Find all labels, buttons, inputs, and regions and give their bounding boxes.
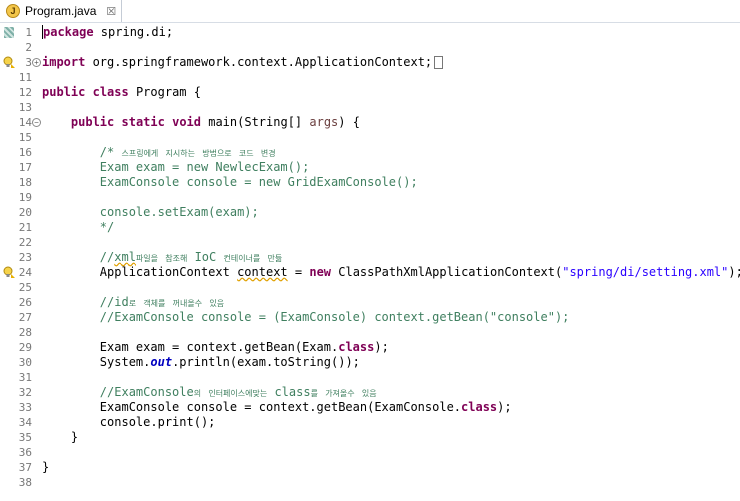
line-number: 23 xyxy=(18,251,32,264)
line-number: 38 xyxy=(18,476,32,489)
tab-program-java[interactable]: J Program.java ☒ xyxy=(0,0,122,22)
line-number: 16 xyxy=(18,146,32,159)
code-line[interactable]: 1 package spring.di; xyxy=(0,25,740,40)
code-line[interactable]: 34 console.print(); xyxy=(0,415,740,430)
code-text: } xyxy=(42,430,79,444)
code-text: Exam exam = context.getBean(Exam.class); xyxy=(42,340,389,354)
code-line[interactable]: 36 xyxy=(0,445,740,460)
line-number: 34 xyxy=(18,416,32,429)
code-text: console.setExam(exam); xyxy=(42,205,259,219)
line-number: 33 xyxy=(18,401,32,414)
line-number: 24 xyxy=(18,266,32,279)
code-text: //ExamConsole의 인터페이스에맞는 class를 가져올수 있음 xyxy=(42,385,377,399)
code-line[interactable]: 17 Exam exam = new NewlecExam(); xyxy=(0,160,740,175)
code-line[interactable]: 31 xyxy=(0,370,740,385)
code-line[interactable]: 14− public static void main(String[] arg… xyxy=(0,115,740,130)
line-number: 3 xyxy=(25,56,32,69)
code-line[interactable]: 11 xyxy=(0,70,740,85)
code-line[interactable]: 21 */ xyxy=(0,220,740,235)
code-line[interactable]: 33 ExamConsole console = context.getBean… xyxy=(0,400,740,415)
code-line[interactable]: 27 //ExamConsole console = (ExamConsole)… xyxy=(0,310,740,325)
code-line[interactable]: 38 xyxy=(0,475,740,490)
code-text: //xml파일을 참조해 IoC 컨테이너를 만듦 xyxy=(42,250,283,264)
line-number: 17 xyxy=(18,161,32,174)
java-file-icon: J xyxy=(6,4,20,18)
line-number: 20 xyxy=(18,206,32,219)
code-text: } xyxy=(42,460,50,474)
line-number: 22 xyxy=(18,236,32,249)
code-line[interactable]: 18 ExamConsole console = new GridExamCon… xyxy=(0,175,740,190)
line-number: 14 xyxy=(18,116,32,129)
line-number: 11 xyxy=(18,71,32,84)
code-line[interactable]: 30 System.out.println(exam.toString()); xyxy=(0,355,740,370)
code-text: ExamConsole console = context.getBean(Ex… xyxy=(42,400,512,414)
code-text: Exam exam = new NewlecExam(); xyxy=(42,160,310,174)
code-text: System.out.println(exam.toString()); xyxy=(42,355,360,369)
line-number: 18 xyxy=(18,176,32,189)
code-line[interactable]: 3 + import org.springframework.context.App… xyxy=(0,55,740,70)
line-number: 35 xyxy=(18,431,32,444)
editor-tab-bar: J Program.java ☒ xyxy=(0,0,740,23)
code-line[interactable]: 28 xyxy=(0,325,740,340)
code-line[interactable]: 22 xyxy=(0,235,740,250)
code-line[interactable]: 2 xyxy=(0,40,740,55)
line-number: 29 xyxy=(18,341,32,354)
close-icon[interactable]: ☒ xyxy=(106,5,116,18)
collapse-fold-icon[interactable]: − xyxy=(32,118,41,127)
tab-title: Program.java xyxy=(25,4,97,18)
code-line[interactable]: 29 Exam exam = context.getBean(Exam.clas… xyxy=(0,340,740,355)
code-text: package spring.di; xyxy=(42,25,174,39)
line-number: 12 xyxy=(18,86,32,99)
code-line[interactable]: 16 /* 스프링에게 지시하는 방법으로 코드 변경 xyxy=(0,145,740,160)
line-number: 25 xyxy=(18,281,32,294)
code-line[interactable]: 13 xyxy=(0,100,740,115)
code-text: //id로 객체를 꺼내올수 있음 xyxy=(42,295,225,309)
code-text: /* 스프링에게 지시하는 방법으로 코드 변경 xyxy=(42,145,276,159)
code-line[interactable]: 35 } xyxy=(0,430,740,445)
code-line[interactable]: 15 xyxy=(0,130,740,145)
line-number: 26 xyxy=(18,296,32,309)
code-line[interactable]: 26 //id로 객체를 꺼내올수 있음 xyxy=(0,295,740,310)
line-number: 30 xyxy=(18,356,32,369)
line-number: 36 xyxy=(18,446,32,459)
code-line[interactable]: 20 console.setExam(exam); xyxy=(0,205,740,220)
code-text: public class Program { xyxy=(42,85,201,99)
code-line[interactable]: 25 xyxy=(0,280,740,295)
code-line[interactable]: 37} xyxy=(0,460,740,475)
line-number: 31 xyxy=(18,371,32,384)
code-editor[interactable]: 1 package spring.di; 2 3 + import org.springf… xyxy=(0,23,740,501)
code-text: ApplicationContext context = new ClassPa… xyxy=(42,265,740,279)
code-line[interactable]: 24 ApplicationContext context = new Clas… xyxy=(0,265,740,280)
code-line[interactable]: 23 //xml파일을 참조해 IoC 컨테이너를 만듦 xyxy=(0,250,740,265)
code-text: //ExamConsole console = (ExamConsole) co… xyxy=(42,310,570,324)
line-number: 32 xyxy=(18,386,32,399)
line-number: 21 xyxy=(18,221,32,234)
code-line[interactable]: 19 xyxy=(0,190,740,205)
line-number: 28 xyxy=(18,326,32,339)
code-line[interactable]: 32 //ExamConsole의 인터페이스에맞는 class를 가져올수 있… xyxy=(0,385,740,400)
bookmark-marker-icon[interactable] xyxy=(4,27,14,38)
line-number: 2 xyxy=(25,41,32,54)
code-text: ExamConsole console = new GridExamConsol… xyxy=(42,175,418,189)
code-line[interactable]: 12 public class Program { xyxy=(0,85,740,100)
line-number: 1 xyxy=(25,26,32,39)
code-text: public static void main(String[] args) { xyxy=(70,115,360,129)
line-number: 27 xyxy=(18,311,32,324)
code-text: console.print(); xyxy=(42,415,216,429)
code-text: */ xyxy=(42,220,115,234)
code-text: import org.springframework.context.Appli… xyxy=(42,55,444,70)
line-number: 37 xyxy=(18,461,32,474)
line-number: 13 xyxy=(18,101,32,114)
expand-fold-icon[interactable]: + xyxy=(32,58,41,67)
line-number: 15 xyxy=(18,131,32,144)
line-number: 19 xyxy=(18,191,32,204)
